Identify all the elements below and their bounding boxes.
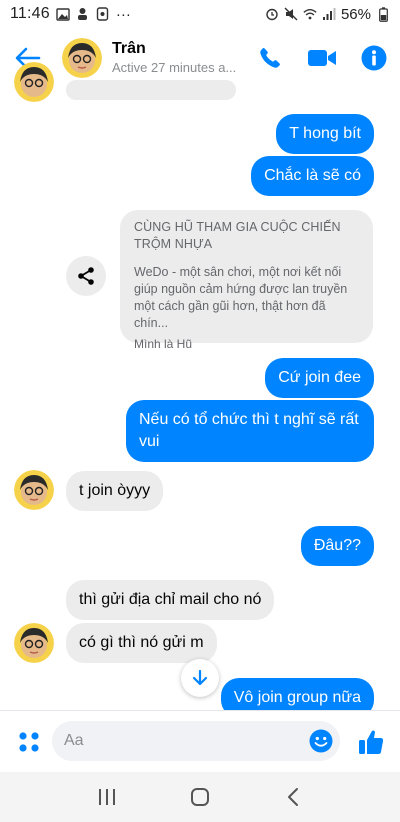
shared-link-description: WeDo - một sân chơi, một nơi kết nối giú… [134, 265, 348, 330]
back-nav-button[interactable] [273, 777, 313, 817]
incoming-message[interactable]: có gì thì nó gửi m [66, 623, 217, 663]
home-icon [190, 788, 209, 806]
info-icon [361, 45, 387, 71]
conversation-info-button[interactable] [348, 28, 400, 88]
incoming-message[interactable]: thì gửi địa chỉ mail cho nó [66, 580, 275, 620]
back-chevron-icon [288, 788, 299, 806]
message-input-container [52, 721, 340, 761]
contact-name: Trân [112, 40, 146, 57]
incoming-message[interactable]: t join òyyy [66, 471, 164, 511]
smiley-icon [309, 729, 333, 753]
recent-apps-button[interactable] [87, 777, 127, 817]
scroll-to-bottom-button[interactable] [181, 659, 219, 697]
video-call-button[interactable] [296, 28, 348, 88]
mute-icon [284, 7, 298, 21]
conversation-header: Trân Active 27 minutes a... [0, 28, 400, 88]
header-actions [244, 28, 400, 88]
alarm-icon [265, 7, 279, 21]
battery-percent: 56% [340, 5, 371, 23]
phone-icon [260, 48, 280, 68]
four-dots-icon [19, 732, 39, 752]
battery-icon [376, 6, 390, 22]
notification-icon [76, 7, 90, 21]
status-right: 56% [265, 6, 390, 23]
thumbs-up-icon [359, 730, 384, 754]
status-left: 11:46 ··· [10, 5, 131, 23]
emoji-button[interactable] [308, 728, 334, 754]
sender-avatar-partial [14, 62, 54, 102]
outgoing-message[interactable]: Nếu có tổ chức thì t nghĩ sẽ rất vui [126, 400, 374, 462]
signal-icon [322, 7, 336, 21]
wifi-icon [303, 7, 317, 21]
contact-info[interactable]: Trân Active 27 minutes a... [112, 39, 236, 77]
message-composer [0, 710, 400, 772]
shared-link-card[interactable]: CÙNG HŨ THAM GIA CUỘC CHIẾN TRỘM NHỰA We… [120, 210, 373, 351]
app-notification-icon [96, 7, 110, 21]
system-navigation-bar [0, 772, 400, 822]
share-icon [78, 267, 94, 285]
voice-call-button[interactable] [244, 28, 296, 88]
contact-avatar[interactable] [62, 38, 102, 78]
sender-avatar [14, 623, 54, 663]
incoming-message-partial[interactable] [66, 80, 236, 100]
outgoing-message[interactable]: T hong bít [276, 114, 374, 154]
shared-link-source: Mình là Hũ [134, 337, 193, 351]
gallery-icon [56, 7, 70, 21]
contact-active-status: Active 27 minutes a... [112, 60, 236, 75]
home-button[interactable] [180, 777, 220, 817]
more-actions-button[interactable] [12, 725, 46, 759]
more-notifications: ··· [115, 5, 131, 23]
message-input[interactable] [52, 721, 292, 761]
status-bar: 11:46 ··· 56% [0, 0, 400, 28]
video-camera-icon [308, 50, 336, 66]
send-like-button[interactable] [354, 725, 388, 759]
outgoing-message[interactable]: Chắc là sẽ có [251, 156, 374, 196]
recent-apps-icon [98, 789, 115, 805]
shared-link-title: CÙNG HŨ THAM GIA CUỘC CHIẾN TRỘM NHỰA [134, 220, 341, 251]
status-time: 11:46 [10, 5, 50, 22]
share-button[interactable] [66, 256, 106, 296]
outgoing-message[interactable]: Đâu?? [300, 526, 374, 566]
sender-avatar [14, 470, 54, 510]
outgoing-message[interactable]: Cứ join đee [265, 358, 374, 398]
arrow-down-icon [192, 669, 208, 686]
